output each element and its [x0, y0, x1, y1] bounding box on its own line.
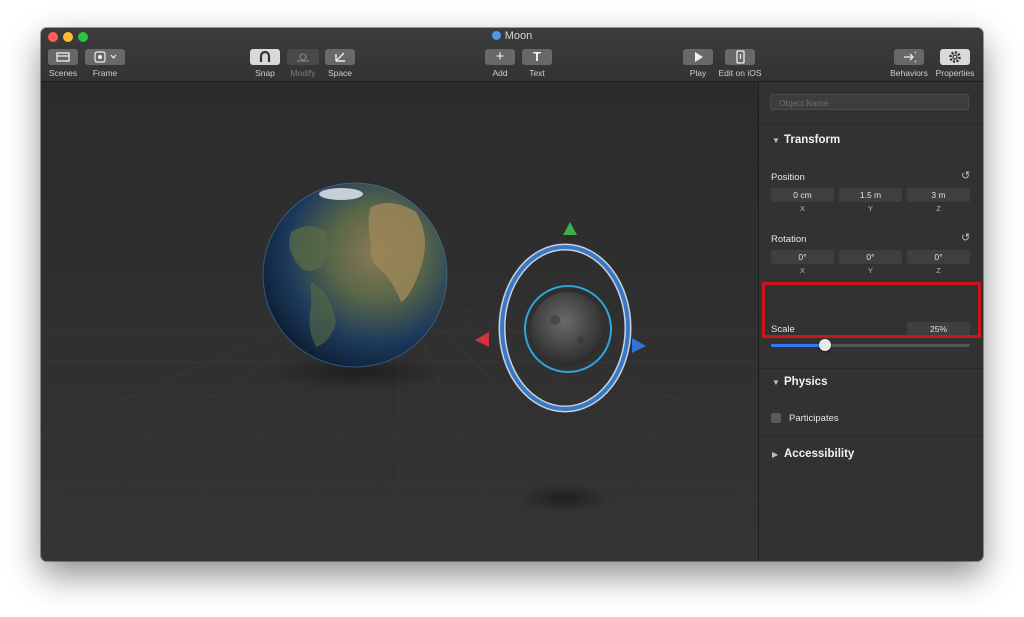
gear-icon [949, 51, 961, 63]
rotation-x-field[interactable]: 0° [771, 250, 834, 264]
earth-model[interactable] [262, 182, 448, 368]
play-icon [695, 52, 703, 62]
position-x-field[interactable]: 0 cm [771, 188, 834, 202]
text-label: Text [529, 68, 545, 78]
position-x-axis-label: X [799, 204, 805, 213]
scenes-icon [56, 52, 70, 62]
reset-position-icon[interactable]: ↺ [961, 169, 970, 182]
rotation-y-field[interactable]: 0° [839, 250, 902, 264]
scale-slider[interactable] [771, 339, 970, 351]
disclosure-open-icon: ▼ [772, 378, 780, 387]
position-y-axis-label: Y [867, 204, 873, 213]
add-label: Add [492, 68, 508, 78]
space-button[interactable] [325, 49, 355, 65]
position-z-field[interactable]: 3 m [907, 188, 970, 202]
modify-button[interactable] [287, 49, 319, 65]
disclosure-closed-icon: ▶ [772, 450, 779, 459]
scene-object-icon [491, 31, 501, 40]
participates-label: Participates [789, 413, 839, 424]
divider [759, 123, 983, 124]
moon-shadow [519, 484, 609, 512]
rotation-x-axis-label: X [799, 266, 805, 275]
divider [759, 436, 983, 437]
behaviors-label: Behaviors [890, 68, 928, 78]
snap-label: Snap [255, 68, 275, 78]
space-axes-icon [335, 52, 345, 62]
text-icon: T [533, 49, 541, 64]
rotation-y-axis-label: Y [867, 266, 873, 275]
properties-button[interactable] [940, 49, 970, 65]
position-z-axis-label: Z [936, 204, 941, 213]
position-label: Position [771, 172, 805, 183]
accessibility-section-header[interactable]: ▶ Accessibility [772, 448, 854, 460]
magnet-icon [259, 50, 271, 62]
scale-slider-knob[interactable] [818, 339, 831, 351]
edit-on-ios-button[interactable] [725, 49, 755, 65]
toolbar: Moon Scenes Frame Snap Modify Space + Ad… [41, 28, 983, 82]
scenes-button[interactable] [48, 49, 78, 65]
space-label: Space [327, 68, 353, 78]
transform-section-header[interactable]: ▼ Transform [772, 134, 840, 146]
modify-label: Modify [290, 68, 316, 78]
divider [759, 368, 983, 369]
behaviors-button[interactable] [894, 49, 924, 65]
rotation-z-axis-label: Z [936, 266, 941, 275]
rotation-z-field[interactable]: 0° [907, 250, 970, 264]
participates-checkbox[interactable] [771, 413, 781, 423]
device-icon [736, 50, 745, 64]
window-title: Moon [41, 30, 983, 42]
reset-rotation-icon[interactable]: ↺ [961, 231, 970, 244]
scene-canvas [41, 82, 983, 561]
object-name-field[interactable]: Object Name [770, 94, 969, 110]
edit-on-ios-label: Edit on iOS [718, 68, 762, 78]
rotation-label: Rotation [771, 234, 807, 245]
snap-button[interactable] [250, 49, 280, 65]
frame-label: Frame [92, 68, 118, 78]
add-button[interactable]: + [485, 49, 515, 65]
plus-icon: + [495, 48, 505, 65]
scene-viewport[interactable] [41, 82, 983, 561]
position-y-field[interactable]: 1.5 m [839, 188, 902, 202]
moon-model[interactable] [524, 285, 612, 373]
scenes-label: Scenes [48, 68, 78, 78]
play-label: Play [689, 68, 707, 78]
scale-highlight-box [762, 282, 981, 338]
scale-slider-fill [771, 344, 825, 347]
modify-icon [297, 53, 309, 62]
frame-button[interactable] [85, 49, 125, 65]
physics-section-header[interactable]: ▼ Physics [772, 376, 827, 388]
properties-label: Properties [935, 68, 975, 78]
disclosure-open-icon: ▼ [772, 136, 780, 145]
behaviors-icon [904, 51, 917, 63]
play-button[interactable] [683, 49, 713, 65]
frame-icon [94, 51, 117, 63]
text-button[interactable]: T [522, 49, 552, 65]
